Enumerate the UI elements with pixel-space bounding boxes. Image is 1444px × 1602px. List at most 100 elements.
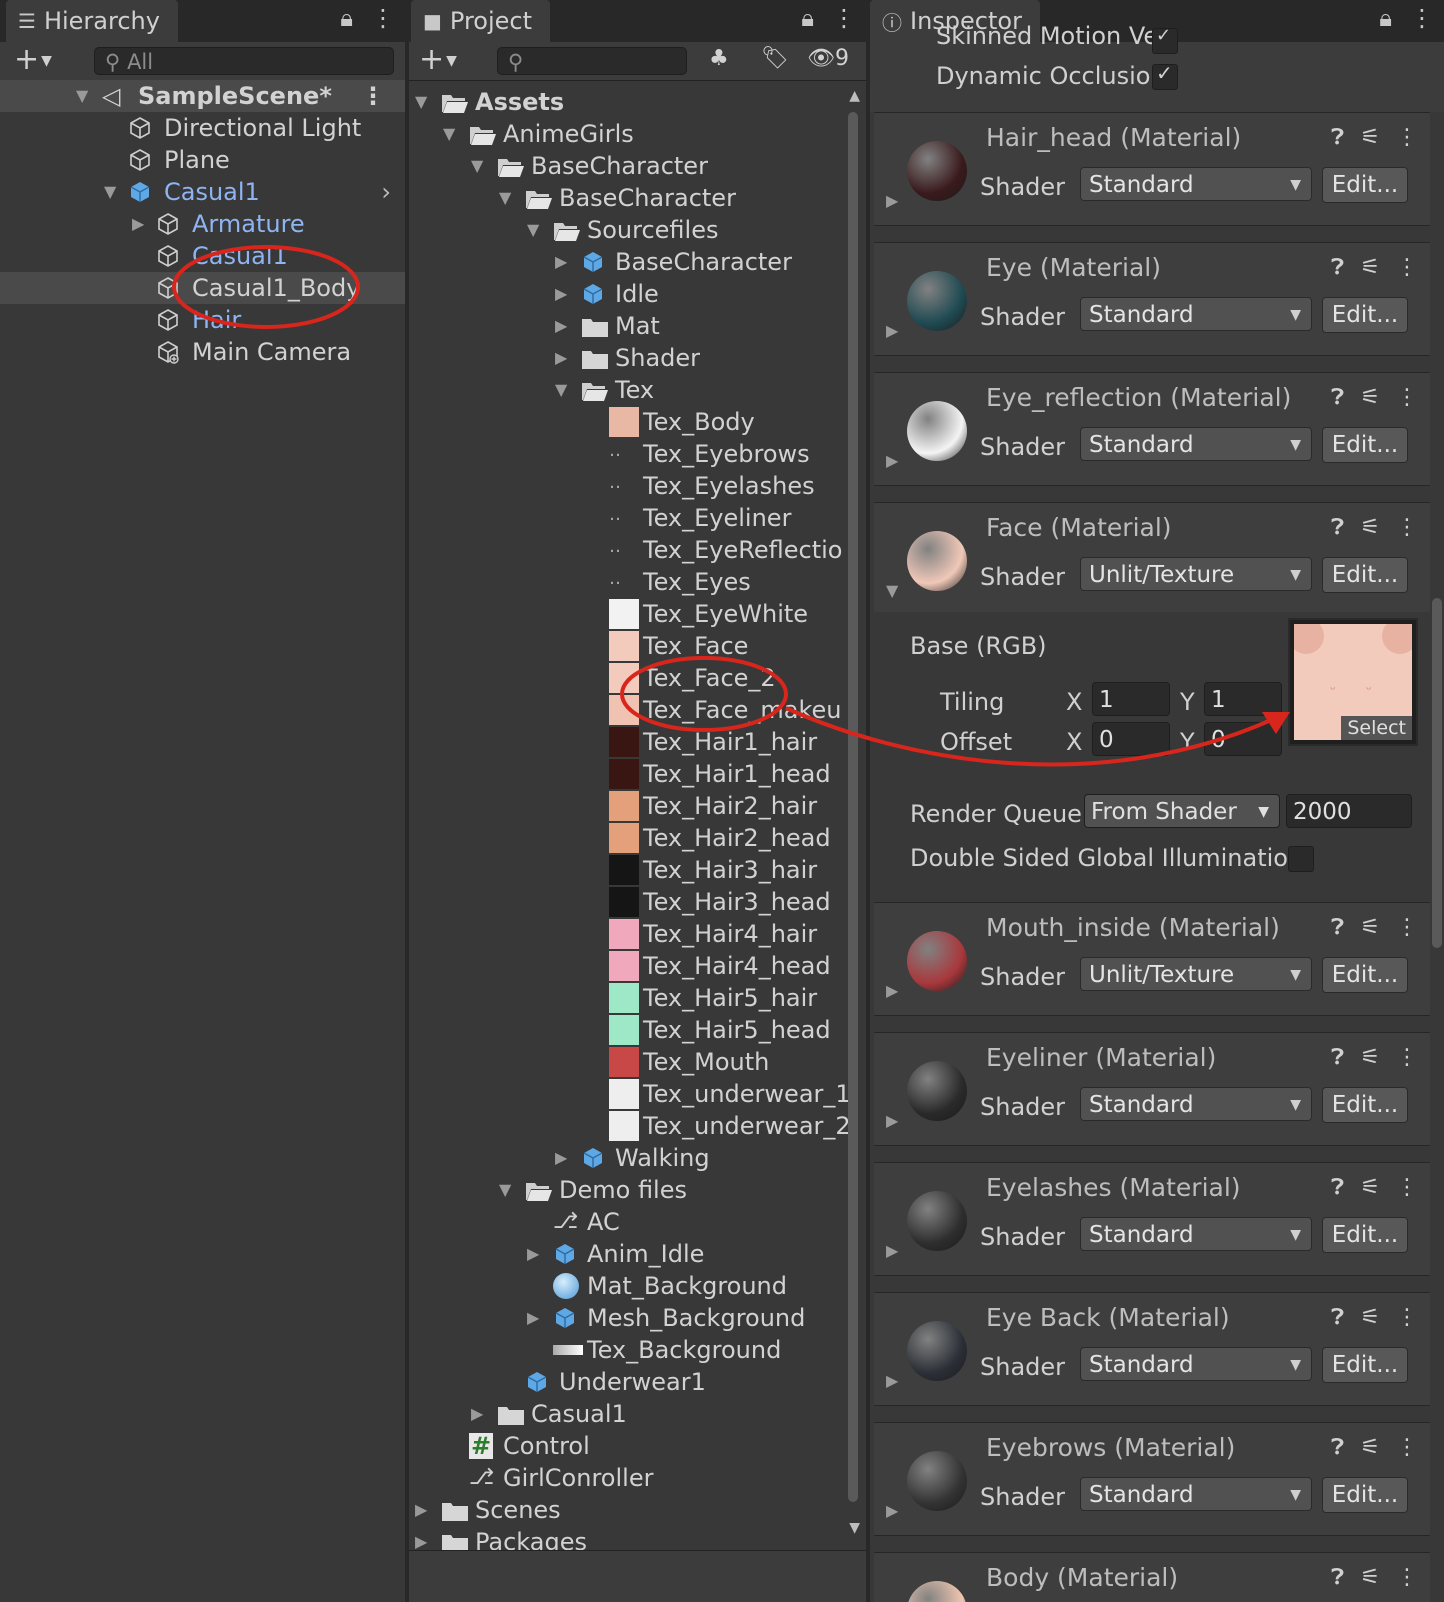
project-item[interactable]: ▶ Mesh_Background: [409, 1302, 866, 1334]
help-icon[interactable]: ❓︎: [1331, 1175, 1344, 1200]
expand-arrow-icon[interactable]: ▼: [415, 86, 427, 118]
scene-row[interactable]: ▼ ◁ SampleScene* ⋮: [0, 80, 405, 112]
project-item[interactable]: Tex_Face: [409, 630, 866, 662]
expand-arrow-icon[interactable]: ▼: [527, 214, 539, 246]
chevron-right-icon[interactable]: ›: [381, 176, 391, 208]
edit-shader-button[interactable]: Edit...: [1322, 427, 1408, 463]
project-item[interactable]: Tex_Hair2_head: [409, 822, 866, 854]
hierarchy-item-selected[interactable]: Casual1_Body: [0, 272, 405, 304]
shader-dropdown[interactable]: Standard ▼: [1080, 167, 1312, 201]
collapsed-arrow-icon[interactable]: ▶: [886, 191, 898, 210]
expand-arrow-icon[interactable]: ▼: [443, 118, 455, 150]
kebab-menu-icon[interactable]: ⋮: [1410, 4, 1434, 32]
project-item[interactable]: Tex_Hair3_head: [409, 886, 866, 918]
preset-sliders-icon[interactable]: ⚟: [1360, 125, 1380, 150]
project-item[interactable]: Tex_Hair5_head: [409, 1014, 866, 1046]
lock-icon[interactable]: 🔒︎: [1379, 4, 1392, 32]
collapsed-arrow-icon[interactable]: ▶: [886, 1111, 898, 1130]
project-item[interactable]: ‥ Tex_Eyebrows: [409, 438, 866, 470]
kebab-menu-icon[interactable]: ⋮: [1396, 385, 1418, 410]
kebab-menu-icon[interactable]: ⋮: [1396, 1435, 1418, 1460]
project-item[interactable]: ‥ Tex_Eyes: [409, 566, 866, 598]
kebab-menu-icon[interactable]: ⋮: [361, 80, 385, 112]
shader-dropdown[interactable]: Standard ▼: [1080, 297, 1312, 331]
help-icon[interactable]: ❓︎: [1331, 385, 1344, 410]
project-item[interactable]: # Control: [409, 1430, 866, 1462]
offset-x-field[interactable]: 0: [1092, 722, 1170, 756]
lock-icon[interactable]: 🔒︎: [340, 4, 353, 32]
edit-shader-button[interactable]: Edit...: [1322, 167, 1408, 203]
kebab-menu-icon[interactable]: ⋮: [1396, 125, 1418, 150]
render-queue-field[interactable]: 2000: [1286, 794, 1412, 828]
kebab-menu-icon[interactable]: ⋮: [1396, 1305, 1418, 1330]
project-item[interactable]: ‥ Tex_Eyeliner: [409, 502, 866, 534]
offset-y-field[interactable]: 0: [1204, 722, 1282, 756]
hierarchy-item[interactable]: Hair: [0, 304, 405, 336]
kebab-menu-icon[interactable]: ⋮: [1396, 915, 1418, 940]
project-item[interactable]: Tex_Hair4_head: [409, 950, 866, 982]
project-item[interactable]: ▼ Sourcefiles: [409, 214, 866, 246]
texture-slot[interactable]: ᵕ ᵕ Select: [1288, 618, 1418, 746]
project-item[interactable]: ▶ BaseCharacter: [409, 246, 866, 278]
edit-shader-button[interactable]: Edit...: [1322, 1087, 1408, 1123]
project-item[interactable]: Tex_Hair3_hair: [409, 854, 866, 886]
collapsed-arrow-icon[interactable]: ▶: [471, 1398, 483, 1430]
project-item[interactable]: ‥ Tex_Eyelashes: [409, 470, 866, 502]
preset-sliders-icon[interactable]: ⚟: [1360, 1435, 1380, 1460]
project-item[interactable]: ‥ Tex_EyeReflectio: [409, 534, 866, 566]
kebab-menu-icon[interactable]: ⋮: [371, 4, 395, 32]
hierarchy-item[interactable]: ▼ Casual1 ›: [0, 176, 405, 208]
texture-select-button[interactable]: Select: [1341, 716, 1412, 740]
collapsed-arrow-icon[interactable]: ▶: [555, 310, 567, 342]
kebab-menu-icon[interactable]: ⋮: [1396, 255, 1418, 280]
kebab-menu-icon[interactable]: ⋮: [1396, 515, 1418, 540]
edit-shader-button[interactable]: Edit...: [1322, 957, 1408, 993]
edit-shader-button[interactable]: Edit...: [1322, 1347, 1408, 1383]
project-item[interactable]: ▼ AnimeGirls: [409, 118, 866, 150]
hierarchy-item[interactable]: ▶ Armature: [0, 208, 405, 240]
expand-arrow-icon[interactable]: ▼: [104, 176, 116, 208]
project-item[interactable]: Mat_Background: [409, 1270, 866, 1302]
help-icon[interactable]: ❓︎: [1331, 1565, 1344, 1590]
project-item[interactable]: ⎇ AC: [409, 1206, 866, 1238]
project-item[interactable]: ▼ Demo files: [409, 1174, 866, 1206]
collapsed-arrow-icon[interactable]: ▶: [886, 1241, 898, 1260]
shader-dropdown[interactable]: Standard ▼: [1080, 427, 1312, 461]
project-item[interactable]: Underwear1: [409, 1366, 866, 1398]
hierarchy-item[interactable]: Plane: [0, 144, 405, 176]
hierarchy-tab[interactable]: ☰ Hierarchy: [6, 0, 178, 42]
project-tab[interactable]: ■ Project: [411, 0, 551, 42]
project-item[interactable]: ▶ Casual1: [409, 1398, 866, 1430]
project-item[interactable]: Tex_Hair5_hair: [409, 982, 866, 1014]
project-item[interactable]: ▶ Mat: [409, 310, 866, 342]
preset-sliders-icon[interactable]: ⚟: [1360, 915, 1380, 940]
help-icon[interactable]: ❓︎: [1331, 255, 1344, 280]
project-item[interactable]: ▶ Shader: [409, 342, 866, 374]
scroll-up-icon[interactable]: ▲: [849, 88, 860, 104]
project-item[interactable]: ▶ Idle: [409, 278, 866, 310]
kebab-menu-icon[interactable]: ⋮: [832, 4, 856, 32]
collapsed-arrow-icon[interactable]: ▶: [527, 1302, 539, 1334]
collapsed-arrow-icon[interactable]: ▶: [886, 1501, 898, 1520]
project-item[interactable]: Tex_Hair1_head: [409, 758, 866, 790]
project-item[interactable]: Tex_Face_makeu: [409, 694, 866, 726]
edit-shader-button[interactable]: Edit...: [1322, 1477, 1408, 1513]
inspector-scrollbar[interactable]: [1432, 598, 1442, 948]
project-item[interactable]: Tex_Background: [409, 1334, 866, 1366]
hierarchy-search-input[interactable]: ⚲ All: [94, 47, 394, 75]
project-item[interactable]: Tex_Body: [409, 406, 866, 438]
expand-arrow-icon[interactable]: ▼: [555, 374, 567, 406]
preset-sliders-icon[interactable]: ⚟: [1360, 385, 1380, 410]
project-item[interactable]: ▼ BaseCharacter: [409, 182, 866, 214]
shader-dropdown[interactable]: Standard ▼: [1080, 1347, 1312, 1381]
shader-dropdown[interactable]: Unlit/Texture ▼: [1080, 957, 1312, 991]
project-item[interactable]: ⎇ GirlConroller: [409, 1462, 866, 1494]
preset-sliders-icon[interactable]: ⚟: [1360, 255, 1380, 280]
project-item[interactable]: Tex_Hair2_hair: [409, 790, 866, 822]
collapsed-arrow-icon[interactable]: ▶: [415, 1494, 427, 1526]
dynamic-occlusion-checkbox[interactable]: ✓: [1152, 61, 1178, 90]
project-scrollbar[interactable]: [848, 112, 858, 1502]
create-button[interactable]: + ▼: [14, 42, 52, 79]
expanded-arrow-icon[interactable]: ▼: [886, 581, 898, 600]
expand-arrow-icon[interactable]: ▼: [76, 80, 88, 112]
